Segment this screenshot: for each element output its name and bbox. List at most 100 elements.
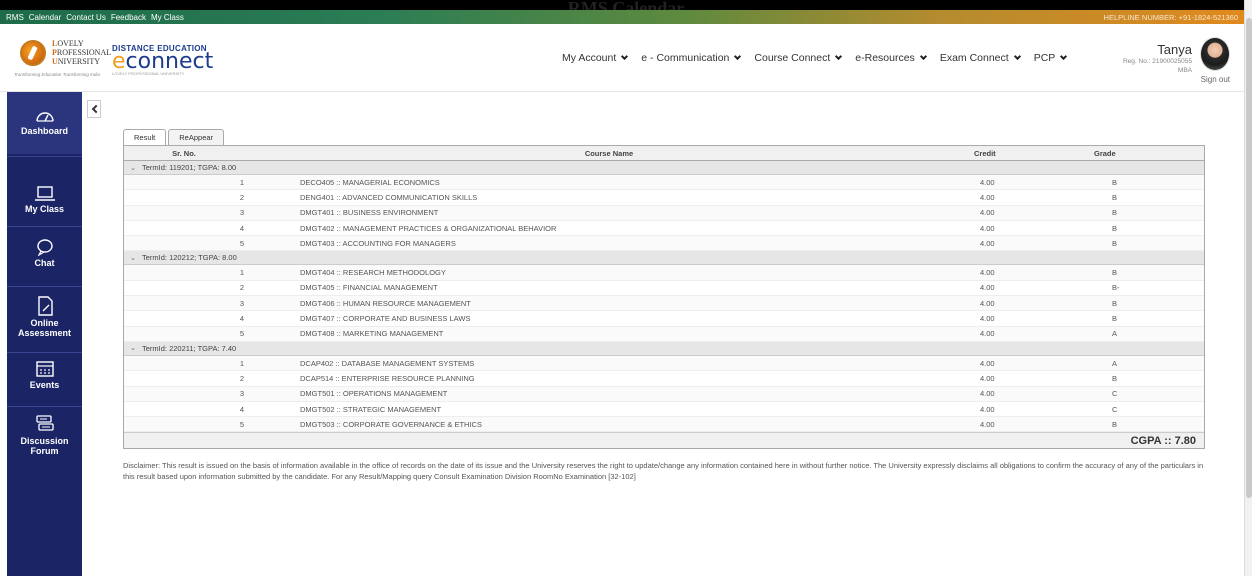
cell-grade: A [1112,358,1118,368]
calendar-icon [35,361,54,377]
nav-course-connect[interactable]: Course Connect [754,52,843,64]
cell-course-name: DMGT502 :: STRATEGIC MANAGEMENT [300,404,442,414]
cell-course-name: DMGT406 :: HUMAN RESOURCE MANAGEMENT [300,298,471,308]
cell-credit: 4.00 [980,223,995,233]
term-group-header[interactable]: ⌄ TermId: 120212; TGPA: 8.00 [124,251,1204,266]
cell-grade: B [1112,208,1118,218]
table-row: 2 DENG401 :: ADVANCED COMMUNICATION SKILL… [124,190,1204,206]
nav-my-account[interactable]: My Account [562,52,629,64]
table-row: 2 DMGT405 :: FINANCIAL MANAGEMENT 4.00 B- [124,281,1204,297]
scrollbar-thumb[interactable] [1246,18,1252,498]
sidebar-item-my-class[interactable]: My Class [7,158,82,224]
chat-bubble-icon [36,239,53,256]
document-edit-icon [37,296,53,316]
sidebar-item-online-assessment[interactable]: Online Assessment [7,288,82,350]
cell-grade: B [1112,177,1118,187]
cell-credit: 4.00 [980,314,995,324]
page-scrollbar[interactable] [1244,0,1252,576]
user-name: Tanya [1157,42,1192,57]
table-row: 3 DMGT406 :: HUMAN RESOURCE MANAGEMENT 4.0… [124,296,1204,312]
cell-sr-no: 5 [239,419,244,429]
nav-exam-connect[interactable]: Exam Connect [940,52,1021,64]
table-row: 4 DMGT407 :: CORPORATE AND BUSINESS LAWS 4… [124,311,1204,327]
cell-grade: B [1112,298,1118,308]
cell-sr-no: 2 [239,192,244,202]
table-row: 3 DMGT501 :: OPERATIONS MANAGEMENT 4.00 C [124,386,1204,402]
tab-result[interactable]: Result [123,129,167,145]
sidebar: Dashboard My Class Chat Online Assessmen… [7,92,82,576]
cell-credit: 4.00 [980,358,995,368]
sidebar-item-discussion-forum[interactable]: Discussion Forum [7,408,82,468]
lpu-wordmark: LOVELY PROFESSIONAL UNIVERSITY [52,39,112,66]
avatar[interactable] [1200,37,1230,71]
header-credit: Credit [974,148,996,158]
cell-sr-no: 1 [239,177,244,187]
util-link-rms[interactable]: RMS [6,13,24,22]
util-link-feedback[interactable]: Feedback [111,13,146,22]
util-link-contact-us[interactable]: Contact Us [66,13,106,22]
econnect-wordmark: econnect [112,49,214,74]
cell-sr-no: 2 [239,283,244,293]
cell-grade: B [1112,268,1118,278]
user-info: Tanya Reg. No.: 21900025055 MBA Sign out [1082,36,1232,92]
sidebar-item-events[interactable]: Events [7,354,82,404]
cell-grade: B [1112,238,1118,248]
term-label: TermId: 119201; TGPA: 8.00 [142,163,237,172]
sidebar-collapse-button[interactable] [87,100,101,118]
econnect-logo[interactable]: DISTANCE EDUCATION econnect LOVELY PROFE… [112,44,213,76]
nav-e-communication[interactable]: e - Communication [641,52,742,64]
tab-reappear[interactable]: ReAppear [168,129,225,145]
util-link-my-class[interactable]: My Class [151,13,184,22]
utility-bar: RMS Calendar Contact Us Feedback My Clas… [0,10,1244,24]
cell-sr-no: 4 [239,223,244,233]
collapse-caret-icon[interactable]: ⌄ [124,344,142,352]
cell-credit: 4.00 [980,373,995,383]
cell-course-name: DMGT503 :: CORPORATE GOVERNANCE & ETHICS [300,419,482,429]
term-group-header[interactable]: ⌄ TermId: 220211; TGPA: 7.40 [124,341,1204,356]
main-nav: My Account e - Communication Course Conn… [562,52,1068,64]
term-group-header[interactable]: ⌄ TermId: 119201; TGPA: 8.00 [124,161,1204,175]
term-label: TermId: 120212; TGPA: 8.00 [142,253,237,263]
user-reg-no: Reg. No.: 21900025055 [1122,58,1192,65]
cell-course-name: DMGT501 :: OPERATIONS MANAGEMENT [300,389,448,399]
cell-credit: 4.00 [980,404,995,414]
util-link-calendar[interactable]: Calendar [29,13,61,22]
table-row: 1 DCAP402 :: DATABASE MANAGEMENT SYSTEMS 4… [124,355,1204,372]
lpu-emblem-icon [20,40,46,66]
cell-sr-no: 1 [239,268,244,278]
forum-icon [35,415,54,431]
chevron-down-icon [1060,52,1068,61]
sidebar-item-dashboard[interactable]: Dashboard [7,92,82,154]
cell-credit: 4.00 [980,298,995,308]
table-row: 5 DMGT408 :: MARKETING MANAGEMENT 4.00 A [124,326,1204,342]
cell-credit: 4.00 [980,238,995,248]
sign-out-link[interactable]: Sign out [1201,75,1230,84]
table-body: ⌄ TermId: 119201; TGPA: 8.00 1 DECO405 :: M… [124,161,1204,433]
table-row: 4 DMGT502 :: STRATEGIC MANAGEMENT 4.00 C [124,402,1204,418]
header-grade: Grade [1094,148,1116,158]
table-row: 2 DCAP514 :: ENTERPRISE RESOURCE PLANNING… [124,371,1204,387]
table-row: 5 DMGT403 :: ACCOUNTING FOR MANAGERS 4.00 B [124,236,1204,252]
cell-course-name: DMGT405 :: FINANCIAL MANAGEMENT [300,283,438,293]
header-course-name: Course Name [584,148,634,158]
cell-grade: B [1112,373,1118,383]
cell-sr-no: 3 [239,389,244,399]
cell-course-name: DMGT401 :: BUSINESS ENVIRONMENT [300,208,439,218]
cell-sr-no: 3 [239,298,244,308]
table-row: 4 DMGT402 :: MANAGEMENT PRACTICES & ORGAN… [124,221,1204,237]
lpu-logo[interactable]: LOVELY PROFESSIONAL UNIVERSITY Transform… [14,38,112,88]
cell-sr-no: 5 [239,238,244,248]
cell-course-name: DENG401 :: ADVANCED COMMUNICATION SKILLS [300,192,478,202]
cell-sr-no: 4 [239,404,244,414]
cell-credit: 4.00 [980,419,995,429]
cell-course-name: DMGT402 :: MANAGEMENT PRACTICES & ORGANI… [300,223,557,233]
sidebar-item-chat[interactable]: Chat [7,228,82,284]
nav-e-resources[interactable]: e-Resources [855,52,927,64]
term-label: TermId: 220211; TGPA: 7.40 [142,343,237,353]
disclaimer-text: Disclaimer: This result is issued on the… [123,461,1204,481]
cell-grade: B- [1112,283,1120,293]
chevron-left-icon [91,104,100,114]
nav-pcp[interactable]: PCP [1034,52,1068,64]
collapse-caret-icon[interactable]: ⌄ [124,164,142,172]
collapse-caret-icon[interactable]: ⌄ [124,254,142,262]
